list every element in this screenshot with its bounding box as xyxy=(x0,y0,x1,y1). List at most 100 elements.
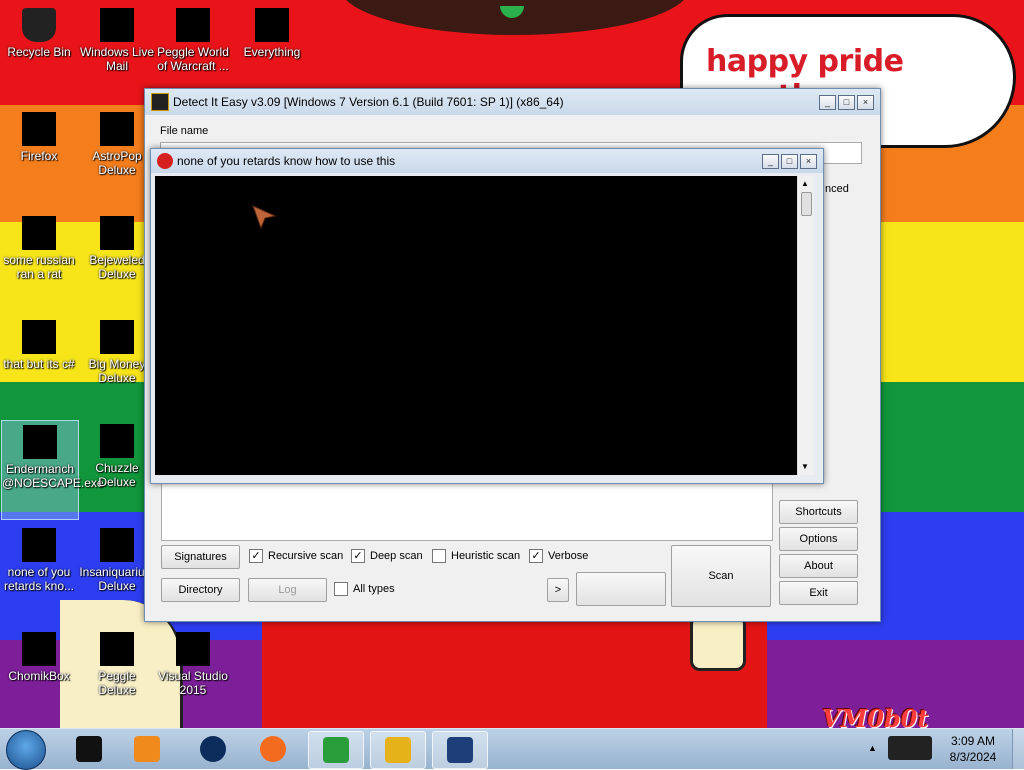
die-titlebar[interactable]: Detect It Easy v3.09 [Windows 7 Version … xyxy=(145,89,880,115)
peggle-icon xyxy=(100,632,134,666)
checkbox-box xyxy=(432,549,446,563)
checkbox-label: Verbose xyxy=(548,550,589,562)
about-button[interactable]: About xyxy=(779,554,858,578)
desktop-icon-label: Endermanch @NOESCAPE.exe xyxy=(2,462,104,490)
desktop-icon-label: Peggle Deluxe xyxy=(98,669,136,697)
checkbox-box xyxy=(334,582,348,596)
recursive-scan-checkbox[interactable]: ✓ Recursive scan xyxy=(249,549,343,563)
die-window-title: Detect It Easy v3.09 [Windows 7 Version … xyxy=(173,95,564,109)
taskbar-item-globe[interactable] xyxy=(186,731,240,767)
die-icon xyxy=(151,93,169,111)
options-button[interactable]: Options xyxy=(779,527,858,551)
tray-icon[interactable] xyxy=(888,736,932,760)
checkbox-box: ✓ xyxy=(249,549,263,563)
deep-scan-checkbox[interactable]: ✓ Deep scan xyxy=(351,549,423,563)
maximize-button[interactable]: □ xyxy=(781,153,798,169)
log-button[interactable]: Log xyxy=(248,578,327,602)
desktop-icon-firefox[interactable]: Firefox xyxy=(1,108,77,163)
clock-time: 3:09 AM xyxy=(950,734,996,748)
desktop-icon-visual-studio[interactable]: Visual Studio 2015 xyxy=(155,628,231,697)
desktop-icon-label: Windows Live Mail xyxy=(79,45,155,73)
heuristic-scan-checkbox[interactable]: Heuristic scan xyxy=(432,549,520,563)
desktop-icon-everything[interactable]: Everything xyxy=(234,4,310,59)
die-icon xyxy=(385,737,411,763)
desktop-icon-label: Firefox xyxy=(20,149,58,163)
popup-titlebar[interactable]: none of you retards know how to use this… xyxy=(151,149,823,173)
exe-icon xyxy=(23,425,57,459)
close-button[interactable]: × xyxy=(857,94,874,110)
minimize-button[interactable]: _ xyxy=(762,153,779,169)
window-icon xyxy=(447,737,473,763)
close-button[interactable]: × xyxy=(800,153,817,169)
checkbox-box: ✓ xyxy=(351,549,365,563)
search-app-icon xyxy=(255,8,289,42)
clock[interactable]: 3:09 AM 8/3/2024 xyxy=(938,733,1008,765)
start-button[interactable] xyxy=(6,730,46,770)
desktop-icon-label: Peggle World of Warcraft ... xyxy=(157,45,229,73)
taskbar-item-download-manager[interactable] xyxy=(308,731,364,769)
desktop-icon-chomikbox[interactable]: ChomikBox xyxy=(1,628,77,683)
more-button[interactable]: > xyxy=(547,578,569,602)
desktop-icon-peggle-deluxe[interactable]: Peggle Deluxe xyxy=(79,628,155,697)
desktop-icon-recycle-bin[interactable]: Recycle Bin xyxy=(1,4,77,59)
scrollbar-thumb[interactable] xyxy=(801,192,812,216)
box-icon xyxy=(22,632,56,666)
maximize-button[interactable]: □ xyxy=(838,94,855,110)
terminal-icon xyxy=(76,736,102,762)
mail-icon xyxy=(100,8,134,42)
taskbar-item-firefox[interactable] xyxy=(246,731,300,767)
money-icon xyxy=(100,320,134,354)
vertical-scrollbar[interactable]: ▲ ▼ xyxy=(797,176,814,475)
checkbox-label: Deep scan xyxy=(370,550,423,562)
verbose-checkbox[interactable]: ✓ Verbose xyxy=(529,549,588,563)
desktop-icon-label: ChomikBox xyxy=(8,669,70,683)
desktop-icon-label: none of you retards kno... xyxy=(3,565,75,593)
recycle-bin-icon xyxy=(22,8,56,42)
popup-window-title: none of you retards know how to use this xyxy=(177,154,396,168)
scroll-up-icon[interactable]: ▲ xyxy=(801,179,809,188)
desktop-icon-some-russian[interactable]: some russian ran a rat xyxy=(1,212,77,281)
results-area[interactable] xyxy=(161,479,773,541)
cursor-arrow-icon xyxy=(252,205,277,230)
taskbar-item-die[interactable] xyxy=(370,731,426,769)
checkbox-label: All types xyxy=(353,583,395,595)
black-canvas[interactable] xyxy=(155,176,797,475)
all-types-checkbox[interactable]: All types xyxy=(334,582,395,596)
checkbox-label: Heuristic scan xyxy=(451,550,521,562)
directory-button[interactable]: Directory xyxy=(161,578,240,602)
globe-icon xyxy=(200,736,226,762)
app-icon xyxy=(157,153,173,169)
desktop-icon-peggle-wow[interactable]: Peggle World of Warcraft ... xyxy=(155,4,231,73)
taskbar-item-media[interactable] xyxy=(120,731,174,767)
scan-button[interactable]: Scan xyxy=(671,545,771,607)
desktop-icon-label: some russian ran a rat xyxy=(3,253,75,281)
signatures-button[interactable]: Signatures xyxy=(161,545,240,569)
download-manager-icon xyxy=(323,737,349,763)
progress-box xyxy=(576,572,666,606)
show-hidden-icons-icon[interactable]: ▲ xyxy=(868,743,877,753)
exit-button[interactable]: Exit xyxy=(779,581,858,605)
desktop-icon-label: that but its c# xyxy=(3,357,75,371)
desktop-icon-label: Recycle Bin xyxy=(7,45,71,59)
desktop-icon-windows-live-mail[interactable]: Windows Live Mail xyxy=(79,4,155,73)
app-icon xyxy=(22,528,56,562)
desktop-icon-none-of-you[interactable]: none of you retards kno... xyxy=(1,524,77,593)
desktop-icon-that-but-csharp[interactable]: that but its c# xyxy=(1,316,77,371)
shortcuts-button[interactable]: Shortcuts xyxy=(779,500,858,524)
show-desktop-button[interactable] xyxy=(1012,729,1024,769)
taskbar: ▲ 3:09 AM 8/3/2024 xyxy=(0,728,1024,770)
popup-window[interactable]: none of you retards know how to use this… xyxy=(150,148,824,484)
desktop-icon-endermanch[interactable]: Endermanch @NOESCAPE.exe xyxy=(1,420,104,520)
fish-icon xyxy=(100,528,134,562)
windows-icon xyxy=(22,320,56,354)
scroll-down-icon[interactable]: ▼ xyxy=(801,462,809,471)
taskbar-item-terminal[interactable] xyxy=(62,731,116,767)
die-icon xyxy=(22,216,56,250)
taskbar-item-window[interactable] xyxy=(432,731,488,769)
firefox-icon xyxy=(260,736,286,762)
advanced-label: nced xyxy=(825,183,849,195)
desktop-icon-label: Everything xyxy=(243,45,301,59)
checkbox-label: Recursive scan xyxy=(268,550,344,562)
minimize-button[interactable]: _ xyxy=(819,94,836,110)
clock-date: 8/3/2024 xyxy=(949,750,997,764)
